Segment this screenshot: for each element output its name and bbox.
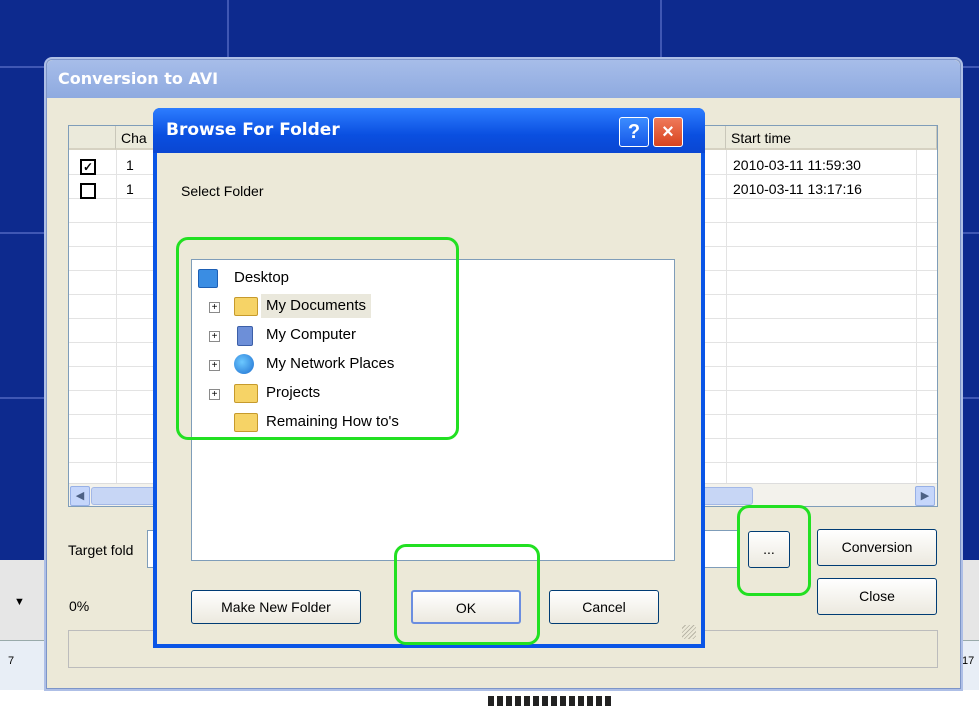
dialog-prompt: Select Folder (181, 183, 264, 199)
dialog-titlebar: Browse For Folder ? × (153, 108, 705, 153)
progress-percent: 0% (69, 598, 90, 614)
make-new-folder-button[interactable]: Make New Folder (191, 590, 361, 624)
row-2-checkbox[interactable] (80, 183, 96, 199)
column-header-channel[interactable]: Cha (116, 126, 156, 150)
row-1-start-time: 2010-03-11 11:59:30 (733, 157, 861, 173)
close-button[interactable]: Close (817, 578, 937, 615)
column-header-start-time[interactable]: Start time (726, 126, 937, 150)
row-1-checkbox[interactable]: ✓ (80, 159, 96, 175)
resize-grip-icon[interactable] (682, 625, 696, 639)
conversion-titlebar: Conversion to AVI (47, 60, 960, 98)
row-2-channel: 1 (126, 181, 134, 197)
right-edge-strip (959, 560, 979, 640)
chevron-down-icon[interactable]: ▼ (14, 596, 25, 608)
scroll-left-icon[interactable]: ◀ (70, 486, 90, 506)
conversion-title: Conversion to AVI (58, 69, 219, 88)
target-folder-label: Target fold (68, 542, 134, 558)
highlight-browse-button (737, 505, 811, 596)
highlight-folder-tree (176, 237, 459, 440)
conversion-button[interactable]: Conversion (817, 529, 937, 566)
scroll-right-icon[interactable]: ▶ (915, 486, 935, 506)
cancel-button[interactable]: Cancel (549, 590, 659, 624)
bottom-strip (0, 690, 979, 715)
help-icon[interactable]: ? (619, 117, 649, 147)
row-2-start-time: 2010-03-11 13:17:16 (733, 181, 862, 197)
timeline-markers (488, 696, 613, 706)
highlight-ok-button (394, 544, 540, 645)
close-icon[interactable]: × (653, 117, 683, 147)
column-header-check[interactable] (69, 126, 116, 150)
row-1-channel: 1 (126, 157, 134, 173)
timeline-tick-right: 17 (962, 655, 975, 667)
timeline-tick-left: 7 (8, 655, 15, 667)
left-dropdown-strip: ▼ (0, 560, 46, 640)
dialog-title: Browse For Folder (166, 120, 340, 140)
